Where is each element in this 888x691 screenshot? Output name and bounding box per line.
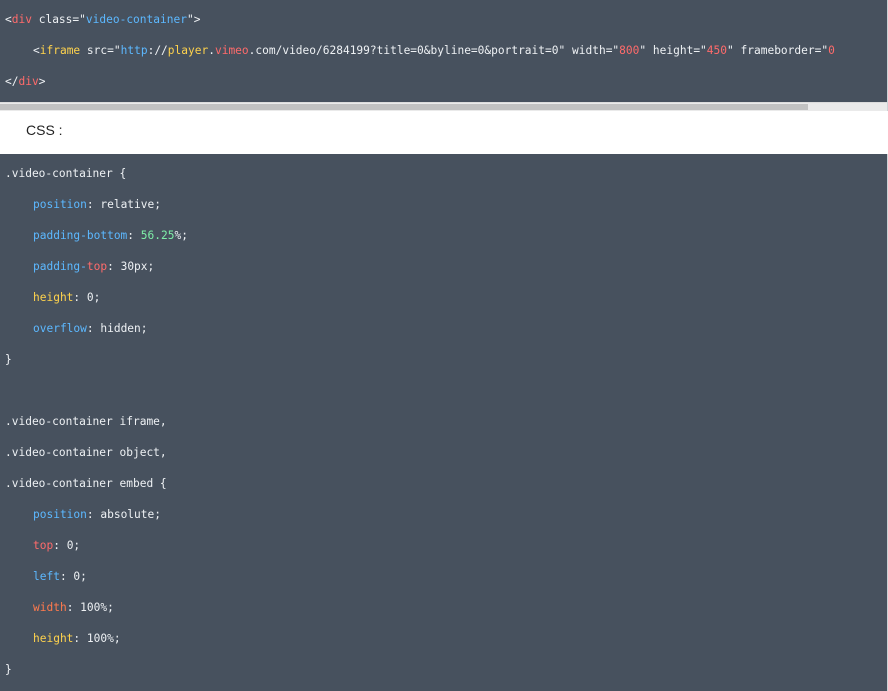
code-token: 450 [706,44,728,57]
css-property: padding-bottom [33,229,128,242]
css-selector: .video-container { [5,167,127,180]
css-value: : relative; [86,198,161,211]
css-property: top [86,260,108,273]
css-property: position [33,508,87,521]
code-token: . [208,44,215,57]
code-line: overflow: hidden; [0,313,887,344]
code-token: class [38,13,73,26]
code-token: video-container [85,13,187,26]
code-token: < [5,13,12,26]
css-value: : 0; [53,539,81,552]
code-line: width: 100%; [0,592,887,623]
scrollbar-thumb[interactable] [0,104,808,110]
code-token: =" [605,44,620,57]
code-line: height: 100%; [0,623,887,654]
code-token: frameborder [740,44,815,57]
css-property: width [33,601,67,614]
code-line: .video-container embed { [0,468,887,499]
code-line: <iframe src="http://player.vimeo.com/vid… [0,35,887,66]
css-label: CSS : [26,122,63,138]
css-value: : absolute; [86,508,161,521]
css-brace: } [5,353,12,366]
code-token: =" [814,44,829,57]
css-property: top [33,539,54,552]
code-token: > [193,13,201,26]
css-property: overflow [33,322,87,335]
code-line: <div class="video-container"> [0,4,887,35]
css-property: height [33,291,74,304]
code-token: player [167,44,209,57]
css-property: padding- [33,260,87,273]
code-line: .video-container object, [0,437,887,468]
code-token: " [727,44,734,57]
css-label-row: CSS : [0,111,888,154]
code-token: div [18,75,39,88]
css-value: : 0; [59,570,87,583]
css-property: position [33,198,87,211]
css-code-block: .video-container { position: relative; p… [0,154,888,691]
code-token: " [186,13,194,26]
code-token: http [120,44,148,57]
code-token: iframe [39,44,81,57]
css-punct: : [127,229,141,242]
code-line: top: 0; [0,530,887,561]
code-line: position: absolute; [0,499,887,530]
code-token: =" [107,44,121,57]
code-token: 0 [828,44,835,57]
code-token: > [38,75,46,88]
code-line: left: 0; [0,561,887,592]
code-line: .video-container { [0,158,887,189]
code-line: </div> [0,66,887,97]
css-number: 56.25 [140,229,175,242]
code-line: } [0,654,887,685]
code-token: </ [5,75,19,88]
code-line: height: 0; [0,282,887,313]
code-token: < [33,44,40,57]
css-value: : 100%; [73,632,121,645]
horizontal-scrollbar[interactable] [0,102,887,111]
css-selector: .video-container embed { [5,477,167,490]
code-token: .com/video/6284199?title=0&byline=0&port… [248,44,559,57]
code-line: position: relative; [0,189,887,220]
css-selector: .video-container object, [5,446,167,459]
code-token: 800 [619,44,640,57]
code-token: src [86,44,108,57]
code-line: padding-top: 30px; [0,251,887,282]
css-value: : 0; [73,291,101,304]
css-selector: .video-container iframe, [5,415,167,428]
css-property: left [33,570,60,583]
css-value: : 30px; [107,260,155,273]
css-value: : hidden; [86,322,148,335]
code-line: } [0,344,887,375]
code-line: padding-bottom: 56.25%; [0,220,887,251]
code-token: =" [693,44,707,57]
code-token: div [11,13,32,26]
html-code-block: <div class="video-container"> <iframe sr… [0,0,888,111]
code-token: :// [147,44,168,57]
css-value: %; [174,229,188,242]
css-value: : 100%; [66,601,114,614]
code-token: " [79,13,86,26]
code-token: vimeo [214,44,249,57]
code-token: width [572,44,606,57]
code-token: height [652,44,694,57]
code-line: .video-container iframe, [0,406,887,437]
css-brace: } [5,663,12,676]
css-property: height [33,632,74,645]
